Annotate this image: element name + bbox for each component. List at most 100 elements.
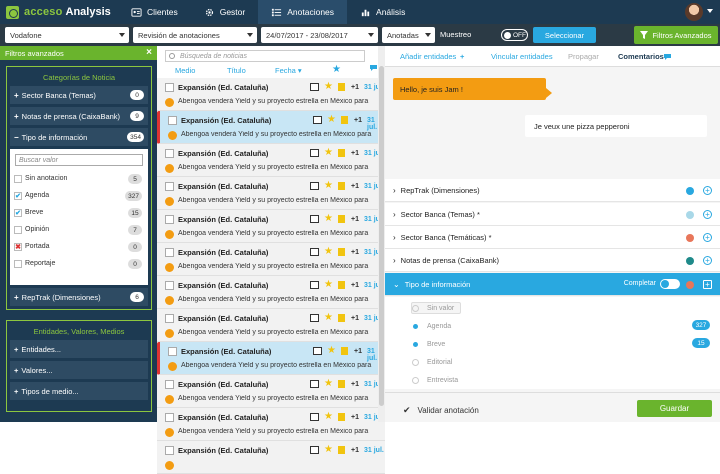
news-row[interactable]: Expansión (Ed. Cataluña) Abengoa venderá … xyxy=(157,78,385,111)
article-icon[interactable] xyxy=(313,347,322,355)
star-icon[interactable]: ★ xyxy=(324,378,333,389)
article-icon[interactable] xyxy=(310,215,319,223)
value-agenda[interactable]: Agenda xyxy=(411,323,451,330)
star-icon[interactable]: ★ xyxy=(324,81,333,92)
flag-icon[interactable] xyxy=(338,182,345,190)
accordion-notas-prensa[interactable]: › Notas de prensa (CaixaBank) + xyxy=(385,249,720,272)
add-icon[interactable]: + xyxy=(703,210,712,219)
article-icon[interactable] xyxy=(310,413,319,421)
star-icon[interactable]: ★ xyxy=(324,411,333,422)
radio-selected[interactable] xyxy=(413,324,418,329)
flag-icon[interactable] xyxy=(338,149,345,157)
flag-icon[interactable] xyxy=(338,281,345,289)
chevron-down-icon[interactable] xyxy=(707,9,713,13)
category-notas-prensa[interactable]: + Notas de prensa (CaixaBank) 9 xyxy=(10,107,148,125)
news-row[interactable]: Expansión (Ed. Cataluña) Abengoa venderá … xyxy=(157,276,385,309)
option-breve[interactable]: ✔ Breve 15 xyxy=(14,204,144,221)
star-icon[interactable]: ★ xyxy=(332,64,341,75)
view-select[interactable]: Revisión de anotaciones xyxy=(133,27,257,43)
row-checkbox[interactable] xyxy=(168,347,177,356)
flag-icon[interactable] xyxy=(338,413,345,421)
value-breve[interactable]: Breve xyxy=(411,341,445,348)
checkbox-excluded[interactable]: ✖ xyxy=(14,242,22,251)
category-tipo-informacion[interactable]: − Tipo de información 354 xyxy=(10,128,148,146)
article-icon[interactable] xyxy=(310,248,319,256)
tab-propagate[interactable]: Propagar xyxy=(568,52,599,61)
news-row[interactable]: Expansión (Ed. Cataluña) Abengoa venderá … xyxy=(157,144,385,177)
news-row[interactable]: Expansión (Ed. Cataluña) Abengoa venderá … xyxy=(157,342,385,375)
news-row[interactable]: Expansión (Ed. Cataluña) Abengoa venderá … xyxy=(157,111,385,144)
completar-toggle[interactable] xyxy=(660,279,680,289)
validate-checkbox[interactable]: ✔ Validar anotación xyxy=(403,405,479,416)
article-icon[interactable] xyxy=(310,149,319,157)
flag-icon[interactable] xyxy=(338,314,345,322)
tab-comments[interactable]: Comentarios xyxy=(618,52,664,61)
row-checkbox[interactable] xyxy=(168,116,177,125)
row-checkbox[interactable] xyxy=(165,446,174,455)
star-icon[interactable]: ★ xyxy=(324,312,333,323)
tab-add-entities[interactable]: Añadir entidades xyxy=(400,52,456,61)
user-avatar[interactable] xyxy=(685,3,703,21)
sort-medio[interactable]: Medio xyxy=(175,66,195,75)
star-icon[interactable]: ★ xyxy=(324,246,333,257)
article-icon[interactable] xyxy=(310,281,319,289)
checkbox-checked[interactable]: ✔ xyxy=(14,191,22,200)
value-entrevista[interactable]: Entrevista xyxy=(411,377,458,384)
row-checkbox[interactable] xyxy=(165,182,174,191)
radio[interactable] xyxy=(412,359,419,366)
star-icon[interactable]: ★ xyxy=(327,114,336,125)
add-icon[interactable]: + xyxy=(703,233,712,242)
star-icon[interactable]: ★ xyxy=(324,213,333,224)
news-row[interactable]: Expansión (Ed. Cataluña) Abengoa venderá … xyxy=(157,309,385,342)
radio-selected[interactable] xyxy=(413,342,418,347)
row-checkbox[interactable] xyxy=(165,215,174,224)
row-checkbox[interactable] xyxy=(165,149,174,158)
star-icon[interactable]: ★ xyxy=(324,279,333,290)
date-range-select[interactable]: 24/07/2017 - 23/08/2017 xyxy=(261,27,378,43)
news-search-input[interactable]: Búsqueda de noticias xyxy=(165,50,365,62)
nav-analisis[interactable]: Análisis xyxy=(347,0,418,24)
app-logo[interactable]: acceso Analysis xyxy=(0,0,118,24)
muestreo-toggle[interactable]: OFF xyxy=(501,29,528,41)
checkbox-checked[interactable]: ✔ xyxy=(14,208,22,217)
sort-fecha[interactable]: Fecha ▾ xyxy=(275,66,302,75)
add-icon[interactable]: + xyxy=(703,280,712,289)
row-checkbox[interactable] xyxy=(165,380,174,389)
advanced-filters-button[interactable]: Filtros Avanzados xyxy=(634,26,718,44)
row-checkbox[interactable] xyxy=(165,281,174,290)
entities-item[interactable]: + Entidades... xyxy=(10,340,148,358)
value-sin-valor[interactable]: Sin valor xyxy=(411,302,461,314)
news-row[interactable]: Expansión (Ed. Cataluña) Abengoa venderá … xyxy=(157,375,385,408)
radio[interactable] xyxy=(412,377,419,384)
plus-icon[interactable]: + xyxy=(460,52,464,61)
row-checkbox[interactable] xyxy=(165,314,174,323)
star-icon[interactable]: ★ xyxy=(324,180,333,191)
add-icon[interactable]: + xyxy=(703,256,712,265)
star-icon[interactable]: ★ xyxy=(324,147,333,158)
nav-anotaciones[interactable]: Anotaciones xyxy=(258,0,348,24)
list-scrollbar[interactable] xyxy=(378,46,385,422)
save-button[interactable]: Guardar xyxy=(637,400,712,417)
option-sin-anotacion[interactable]: Sin anotacion 5 xyxy=(14,170,144,187)
checkbox[interactable] xyxy=(14,259,22,268)
checkbox[interactable] xyxy=(14,174,22,183)
radio[interactable] xyxy=(412,305,419,312)
news-row[interactable]: Expansión (Ed. Cataluña) ★ +1 31 jul. xyxy=(157,441,385,474)
values-item[interactable]: + Valores... xyxy=(10,361,148,379)
option-reportaje[interactable]: Reportaje 0 xyxy=(14,255,144,272)
scrollbar-thumb[interactable] xyxy=(379,66,384,406)
tab-link-entities[interactable]: Vincular entidades xyxy=(491,52,553,61)
value-search-input[interactable]: Buscar valor xyxy=(15,154,143,166)
news-row[interactable]: Expansión (Ed. Cataluña) Abengoa venderá … xyxy=(157,210,385,243)
flag-icon[interactable] xyxy=(338,215,345,223)
article-icon[interactable] xyxy=(310,83,319,91)
flag-icon[interactable] xyxy=(341,347,348,355)
status-select[interactable]: Anotadas xyxy=(382,27,435,43)
article-icon[interactable] xyxy=(310,314,319,322)
close-icon[interactable]: × xyxy=(146,47,152,58)
checkbox[interactable] xyxy=(14,225,22,234)
comment-icon[interactable] xyxy=(369,64,378,74)
accordion-reptrak[interactable]: › RepTrak (Dimensiones) + xyxy=(385,179,720,202)
accordion-sector-banca-tematicas[interactable]: › Sector Banca (Temáticas) * + xyxy=(385,226,720,249)
article-icon[interactable] xyxy=(310,446,319,454)
